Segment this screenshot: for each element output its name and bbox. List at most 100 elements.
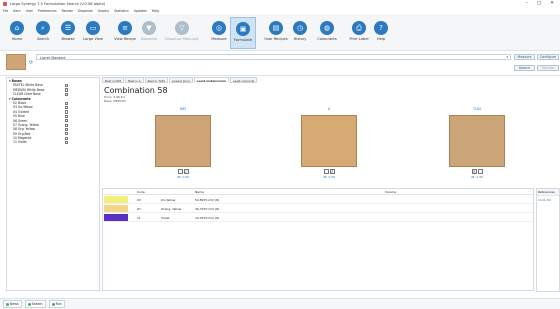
menu-dispense[interactable]: Dispense (78, 9, 93, 13)
column-volume[interactable]: Volume (385, 190, 396, 194)
tree-item-label: PASTEL White Base (13, 83, 43, 88)
ribbon-label: Help (376, 37, 386, 41)
ribbon-toolbar: ⌂ Home ⌕ Search ☰ Browse ▭ Large View ≡ View Reci… (0, 14, 560, 51)
tree-item-checkbox[interactable] (65, 132, 69, 136)
large-view-icon: ▭ (86, 21, 100, 35)
ribbon-history-button[interactable]: ◷ History (287, 17, 313, 49)
maximize-button[interactable]: □ (537, 1, 541, 6)
tree-item-checkbox[interactable] (65, 136, 69, 140)
menu-file[interactable]: File (3, 9, 8, 13)
menu-item[interactable]: Item (13, 9, 20, 13)
transfer-button[interactable]: Transfer (537, 65, 559, 71)
delta-e-value: dE: 1,50 (470, 175, 484, 179)
match-indicators: ✕ (442, 169, 512, 174)
empty-mark-icon[interactable] (477, 169, 483, 174)
tree-item-label: 10 Magenta (13, 136, 32, 141)
tree-item-checkbox[interactable] (65, 105, 69, 110)
menu-statistics[interactable]: Statistics (114, 9, 129, 13)
menu-preferences[interactable]: Preferences (38, 9, 57, 13)
menu-graphs[interactable]: Graphs (98, 9, 109, 13)
tab-best-in-d65[interactable]: Best in D65 (102, 77, 125, 83)
tree-item-checkbox[interactable] (65, 110, 69, 114)
help-icon: ? (374, 21, 388, 35)
title-bar: Largo Synergy 7.5 Formulation Search (V.… (0, 0, 560, 8)
tab-lowest-price[interactable]: Lowest price (169, 77, 193, 83)
window-title: Largo Synergy 7.5 Formulation Search (V.… (10, 2, 106, 6)
tree-item-checkbox[interactable] (65, 123, 69, 127)
user-recipes-icon: ▤ (269, 21, 283, 35)
ribbon-dispense-manually-button[interactable]: ▽ Dispense Manually (164, 17, 200, 49)
tree-item-checkbox[interactable] (65, 127, 69, 132)
status-dot-icon (6, 302, 9, 306)
configure-button[interactable]: Configure (537, 54, 559, 60)
status-dot-icon (51, 302, 55, 306)
app-logo-icon (3, 2, 7, 6)
match-indicators: | (294, 169, 364, 174)
ribbon-search-button[interactable]: ⌕ Search (30, 17, 56, 49)
ribbon-browse-button[interactable]: ☰ Browse (55, 17, 81, 49)
ribbon-label: Colourants (317, 37, 337, 41)
table-row[interactable]: 11 Violet 10,2570 ml/l (8) (103, 213, 533, 222)
standard-select[interactable]: Lacret Standard ▾ (36, 54, 511, 60)
tree-item[interactable]: 11 Violet (9, 140, 97, 144)
status-tab-run[interactable]: Run (48, 300, 65, 308)
search-button[interactable]: Search (514, 65, 535, 71)
tab-best-in-a[interactable]: Best in A (125, 77, 144, 83)
history-icon: ◷ (293, 21, 307, 35)
colourant-code: 07 (137, 207, 141, 211)
tree-item-label: 03 Ox.Yellow (13, 105, 33, 110)
dispense-icon: ▼ (142, 21, 156, 35)
measure-button[interactable]: Measure (514, 54, 535, 60)
browse-icon: ☰ (61, 21, 75, 35)
tree-item-label: 06 Green (13, 118, 28, 123)
ribbon-measure-button[interactable]: ◎ Measure (206, 17, 232, 49)
tree-item-checkbox[interactable] (65, 88, 69, 92)
column-code[interactable]: Code (137, 190, 145, 194)
tree-item-checkbox[interactable] (65, 141, 69, 145)
tree-item-checkbox[interactable] (65, 119, 69, 123)
empty-mark-icon[interactable] (177, 169, 183, 174)
empty-mark-icon[interactable] (323, 169, 329, 174)
close-button[interactable]: ✕ (550, 1, 554, 6)
cross-icon[interactable]: ✕ (471, 169, 477, 174)
colourant-name: Orang. Yellow (161, 207, 182, 211)
status-tab-news[interactable]: News (3, 300, 22, 308)
menu-render[interactable]: Render (62, 9, 73, 13)
column-name[interactable]: Name (195, 190, 204, 194)
menu-help[interactable]: Help (152, 9, 159, 13)
ribbon-large-view-button[interactable]: ▭ Large View (80, 17, 106, 49)
tree-item-label: 07 Orang. Yellow (13, 122, 39, 127)
tree-item-checkbox[interactable] (65, 114, 69, 118)
ribbon-label: Measure (211, 37, 227, 41)
menu-updates[interactable]: Updates (134, 9, 147, 13)
tree-item-label: CLEAR Clear Base (13, 92, 41, 97)
ribbon-label: Dispense Manually (165, 37, 199, 41)
tab-best-in-tl84[interactable]: Best in TL84 (144, 77, 169, 83)
check-icon[interactable]: ✓ (183, 169, 189, 174)
ribbon-help-button[interactable]: ? Help (368, 17, 394, 49)
status-tab-search[interactable]: Search (24, 300, 46, 308)
tree-item-label: 02 Black (13, 100, 27, 105)
minimize-button[interactable]: – (526, 1, 528, 6)
ribbon-label: Dispense (140, 37, 158, 41)
ribbon-colourants-button[interactable]: ◍ Colourants (314, 17, 340, 49)
refresh-icon[interactable]: ⟳ (29, 60, 35, 66)
tab-least-metamerism[interactable]: Least metamerism (193, 77, 229, 83)
table-row[interactable]: 07 Orang. Yellow 30,7970 ml/l (8) (103, 204, 533, 213)
tree-item-checkbox[interactable] (65, 83, 69, 88)
illuminant-name: A (327, 107, 331, 111)
status-dot-icon (27, 302, 31, 306)
tree-item-checkbox[interactable] (65, 101, 69, 105)
reference-value[interactable]: 1101-69 (537, 196, 559, 204)
partial-icon[interactable]: | (329, 169, 335, 174)
tab-least-colorants[interactable]: Least colorants (229, 77, 258, 83)
ribbon-home-button[interactable]: ⌂ Home (4, 17, 30, 49)
colourants-icon: ◍ (320, 21, 334, 35)
standard-color-swatch (6, 54, 26, 70)
ribbon-formulate-button[interactable]: ▣ Formulate (230, 17, 256, 49)
tree-item-checkbox[interactable] (65, 92, 69, 96)
menu-user[interactable]: User (26, 9, 33, 13)
ribbon-dispense-button[interactable]: ▼ Dispense (136, 17, 162, 49)
home-icon: ⌂ (10, 21, 24, 35)
table-row[interactable]: 03 Ox.Yellow 52,8970 ml/l (8) (103, 195, 533, 204)
